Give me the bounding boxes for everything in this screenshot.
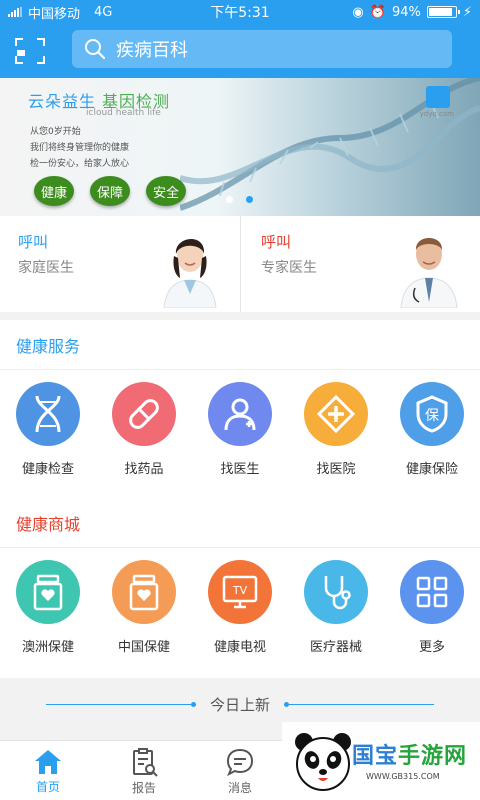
battery-icon [426,6,460,18]
service-health-insurance[interactable]: 保 健康保险 [384,370,480,500]
promo-banner[interactable]: 云朵益生 基因检测 icloud health life 从您0岁开始 我们将终身… [0,78,480,216]
battery-percent: 94% [391,4,421,20]
mall-australia-supplements[interactable]: 澳洲保健 [0,548,96,678]
supplement-jar-icon [16,560,80,624]
banner-description: 从您0岁开始 我们将终身管理你的健康 检一份安心，给家人放心 [30,127,130,169]
pagination-dot[interactable] [226,196,233,203]
badge-guarantee: 保障 [90,176,130,206]
carrier-label: 中国移动 [28,6,81,22]
service-label: 找医生 [220,462,260,477]
tab-messages[interactable]: 消息 [192,741,288,800]
alarm-icon: ⏰ [369,4,386,20]
search-placeholder: 疾病百科 [116,40,188,61]
scan-button[interactable] [0,24,60,78]
stethoscope-icon [304,560,368,624]
search-input[interactable]: 疾病百科 [72,30,452,68]
service-find-hospital[interactable]: 找医院 [288,370,384,500]
mall-label: 医疗器械 [309,640,362,655]
banner-badges: 健康 保障 安全 [34,176,186,206]
watermark-url: WWW.GB315.COM [366,772,440,781]
brand-text: ydyq.com [419,110,454,118]
lock-rotation-icon: ◉ [352,4,364,20]
pill-icon [112,382,176,446]
doctor-call-row: 呼叫 家庭医生 呼叫 专家医生 [0,216,480,312]
call-label: 呼叫 [261,233,292,251]
panda-logo-icon [295,733,351,791]
tab-home[interactable]: 首页 [0,741,96,800]
mall-health-tv[interactable]: TV 健康电视 [192,548,288,678]
role-label: 专家医生 [261,260,317,276]
svg-text:保: 保 [425,408,439,424]
tab-label: 报告 [131,780,156,795]
svg-text:TV: TV [232,584,248,597]
site-watermark: 国宝手游网 WWW.GB315.COM [282,722,480,800]
section-title-health-mall: 健康商城 [0,498,480,548]
doctor-icon [208,382,272,446]
mall-label: 澳洲保健 [21,640,74,655]
new-today-label: 今日上新 [209,695,270,714]
watermark-brand: 国宝手游网 [352,744,468,769]
clock: 下午5:31 [210,5,270,21]
service-label: 健康检查 [21,462,74,477]
call-label: 呼叫 [18,233,49,251]
badge-health: 健康 [34,176,74,206]
insurance-shield-icon: 保 [400,382,464,446]
badge-safety: 安全 [146,176,186,206]
banner-subtitle: icloud health life [86,108,161,118]
section-title-health-services: 健康服务 [0,320,480,370]
search-icon [85,39,106,60]
female-doctor-avatar [163,238,217,308]
role-label: 家庭医生 [18,260,74,276]
tab-report[interactable]: 报告 [96,741,192,800]
dna-icon [16,382,80,446]
network-label: 4G [94,4,113,20]
home-icon [35,749,61,774]
expert-doctor-card[interactable]: 呼叫 专家医生 [240,216,480,312]
mall-medical-devices[interactable]: 医疗器械 [288,548,384,678]
mall-label: 更多 [418,640,445,655]
family-doctor-card[interactable]: 呼叫 家庭医生 [0,216,240,312]
charging-icon: ⚡ [462,4,472,20]
tab-label: 首页 [35,779,60,794]
tab-label: 消息 [227,780,252,795]
service-label: 找医院 [316,462,356,477]
mall-china-supplements[interactable]: 中国保健 [96,548,192,678]
new-today-header: 今日上新 [0,686,480,722]
scan-icon [15,38,45,64]
grid-more-icon [400,560,464,624]
status-bar: 中国移动 4G 下午5:31 ◉ ⏰ 94% ⚡ [0,0,480,24]
male-doctor-avatar [400,238,458,308]
signal-icon [8,7,22,17]
report-icon [133,747,158,777]
health-mall-section: 健康商城 澳洲保健 中国保健 TV 健康电视 医疗器械 更多 [0,498,480,678]
mall-more[interactable]: 更多 [384,548,480,678]
app-header: 疾病百科 [0,24,480,78]
service-label: 健康保险 [405,462,458,477]
service-health-check[interactable]: 健康检查 [0,370,96,500]
supplement-jar-icon [112,560,176,624]
tv-icon: TV [208,560,272,624]
service-find-doctor[interactable]: 找医生 [192,370,288,500]
message-icon [226,748,254,776]
hospital-cross-icon [304,382,368,446]
health-services-section: 健康服务 健康检查 找药品 找医生 找医院 保 健康保险 [0,320,480,500]
service-find-medicine[interactable]: 找药品 [96,370,192,500]
mall-label: 健康电视 [213,640,266,655]
divider [45,701,196,707]
divider [284,701,434,707]
mall-label: 中国保健 [117,640,170,655]
brand-logo-icon [426,86,450,108]
pagination-dot[interactable] [246,196,253,203]
service-label: 找药品 [124,462,164,477]
